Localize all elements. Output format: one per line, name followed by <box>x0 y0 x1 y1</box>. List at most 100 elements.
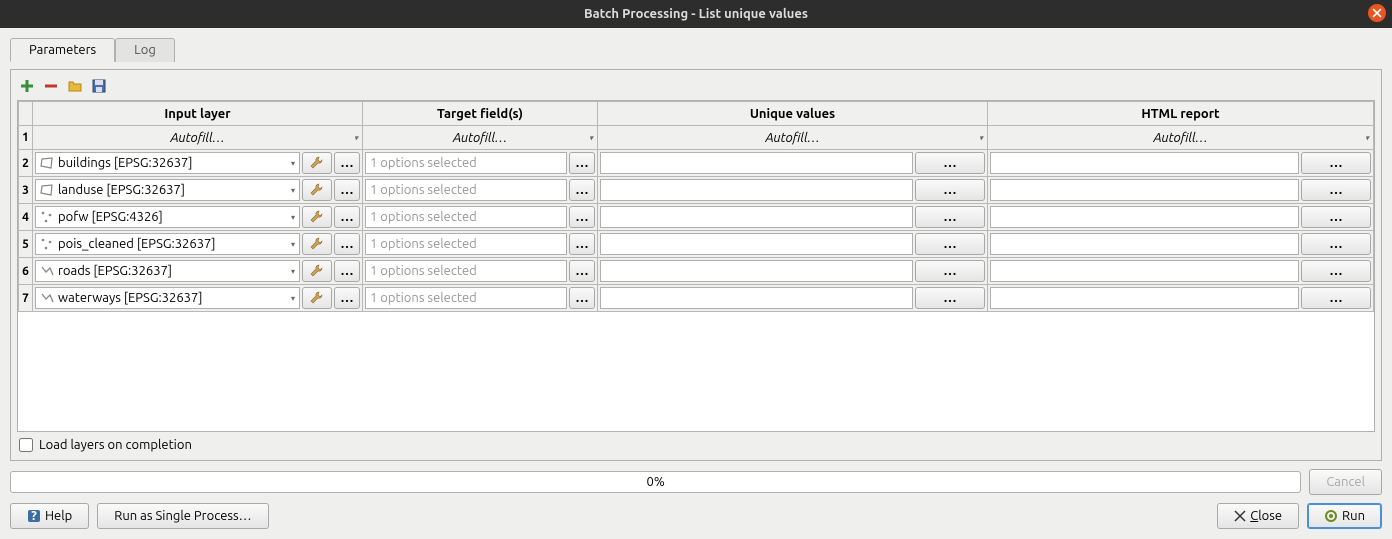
save-icon[interactable] <box>91 78 107 94</box>
layer-name-label: landuse [EPSG:32637] <box>58 183 185 197</box>
html-report-browse-button[interactable]: … <box>1301 152 1371 174</box>
header-target-fields: Target field(s) <box>363 102 598 126</box>
unique-values-browse-button[interactable]: … <box>915 179 985 201</box>
select-fields-button[interactable]: … <box>569 206 595 228</box>
iterate-wrench-button[interactable] <box>302 152 332 174</box>
autofill-input-layer[interactable]: Autofill… <box>33 126 363 150</box>
html-report-output-input[interactable] <box>990 206 1299 228</box>
header-html-report: HTML report <box>988 102 1374 126</box>
progress-bar: 0% <box>10 471 1301 493</box>
select-fields-button[interactable]: … <box>569 287 595 309</box>
autofill-html-report[interactable]: Autofill… <box>988 126 1374 150</box>
load-layers-checkbox[interactable] <box>19 438 33 452</box>
open-icon[interactable] <box>67 78 83 94</box>
table-row: 5pois_cleaned [EPSG:32637]…1 options sel… <box>19 231 1374 258</box>
load-layers-row: Load layers on completion <box>17 436 1375 454</box>
window-title: Batch Processing - List unique values <box>584 7 808 21</box>
select-fields-button[interactable]: … <box>569 179 595 201</box>
header-input-layer: Input layer <box>33 102 363 126</box>
row-number: 7 <box>19 285 33 312</box>
unique-values-browse-button[interactable]: … <box>915 152 985 174</box>
unique-values-browse-button[interactable]: … <box>915 233 985 255</box>
target-fields-display[interactable]: 1 options selected <box>365 287 567 309</box>
html-report-browse-button[interactable]: … <box>1301 179 1371 201</box>
select-layer-button[interactable]: … <box>334 206 360 228</box>
tab-log[interactable]: Log <box>115 38 175 62</box>
iterate-wrench-button[interactable] <box>302 179 332 201</box>
iterate-wrench-button[interactable] <box>302 260 332 282</box>
header-corner <box>19 102 33 126</box>
input-layer-combo[interactable]: landuse [EPSG:32637] <box>35 179 300 201</box>
dialog-body: Parameters Log <box>0 28 1392 539</box>
select-fields-button[interactable]: … <box>569 260 595 282</box>
close-icon[interactable] <box>1368 4 1386 22</box>
layer-name-label: pofw [EPSG:4326] <box>58 210 163 224</box>
target-fields-display[interactable]: 1 options selected <box>365 152 567 174</box>
table-row: 2buildings [EPSG:32637]…1 options select… <box>19 150 1374 177</box>
table-row: 4pofw [EPSG:4326]…1 options selected……… <box>19 204 1374 231</box>
html-report-browse-button[interactable]: … <box>1301 287 1371 309</box>
input-layer-combo[interactable]: pois_cleaned [EPSG:32637] <box>35 233 300 255</box>
input-layer-combo[interactable]: pofw [EPSG:4326] <box>35 206 300 228</box>
add-row-icon[interactable] <box>19 78 35 94</box>
help-icon: ? <box>27 509 41 523</box>
target-fields-display[interactable]: 1 options selected <box>365 179 567 201</box>
html-report-output-input[interactable] <box>990 260 1299 282</box>
iterate-wrench-button[interactable] <box>302 206 332 228</box>
input-layer-combo[interactable]: waterways [EPSG:32637] <box>35 287 300 309</box>
iterate-wrench-button[interactable] <box>302 233 332 255</box>
html-report-output-input[interactable] <box>990 179 1299 201</box>
html-report-browse-button[interactable]: … <box>1301 233 1371 255</box>
help-button[interactable]: ? Help <box>10 503 89 529</box>
geometry-line-icon <box>40 264 54 278</box>
target-fields-display[interactable]: 1 options selected <box>365 260 567 282</box>
table-row: 7waterways [EPSG:32637]…1 options select… <box>19 285 1374 312</box>
geometry-point-icon <box>40 237 54 251</box>
target-fields-display[interactable]: 1 options selected <box>365 206 567 228</box>
layer-name-label: waterways [EPSG:32637] <box>58 291 202 305</box>
input-layer-combo[interactable]: roads [EPSG:32637] <box>35 260 300 282</box>
row-number: 6 <box>19 258 33 285</box>
select-layer-button[interactable]: … <box>334 179 360 201</box>
unique-values-browse-button[interactable]: … <box>915 287 985 309</box>
select-layer-button[interactable]: … <box>334 152 360 174</box>
select-layer-button[interactable]: … <box>334 233 360 255</box>
select-layer-button[interactable]: … <box>334 287 360 309</box>
html-report-output-input[interactable] <box>990 287 1299 309</box>
geometry-point-icon <box>40 210 54 224</box>
unique-values-output-input[interactable] <box>600 260 913 282</box>
autofill-unique-values[interactable]: Autofill… <box>598 126 988 150</box>
unique-values-browse-button[interactable]: … <box>915 260 985 282</box>
select-fields-button[interactable]: … <box>569 152 595 174</box>
layer-name-label: roads [EPSG:32637] <box>58 264 172 278</box>
html-report-output-input[interactable] <box>990 152 1299 174</box>
input-layer-combo[interactable]: buildings [EPSG:32637] <box>35 152 300 174</box>
iterate-wrench-button[interactable] <box>302 287 332 309</box>
autofill-target-fields[interactable]: Autofill… <box>363 126 598 150</box>
select-fields-button[interactable]: … <box>569 233 595 255</box>
unique-values-output-input[interactable] <box>600 287 913 309</box>
unique-values-output-input[interactable] <box>600 152 913 174</box>
unique-values-output-input[interactable] <box>600 206 913 228</box>
bottom-button-row: ? Help Run as Single Process… Close Run <box>10 503 1382 529</box>
close-x-icon <box>1234 510 1246 522</box>
target-fields-display[interactable]: 1 options selected <box>365 233 567 255</box>
tab-parameters[interactable]: Parameters <box>10 38 115 62</box>
unique-values-output-input[interactable] <box>600 233 913 255</box>
html-report-browse-button[interactable]: … <box>1301 260 1371 282</box>
cancel-button: Cancel <box>1309 469 1382 495</box>
row-number: 5 <box>19 231 33 258</box>
close-button[interactable]: Close <box>1217 503 1299 529</box>
spacer <box>277 503 1210 529</box>
html-report-output-input[interactable] <box>990 233 1299 255</box>
layer-name-label: pois_cleaned [EPSG:32637] <box>58 237 216 251</box>
row-number: 2 <box>19 150 33 177</box>
unique-values-browse-button[interactable]: … <box>915 206 985 228</box>
remove-row-icon[interactable] <box>43 78 59 94</box>
unique-values-output-input[interactable] <box>600 179 913 201</box>
select-layer-button[interactable]: … <box>334 260 360 282</box>
header-unique-values: Unique values <box>598 102 988 126</box>
run-single-button[interactable]: Run as Single Process… <box>97 503 268 529</box>
html-report-browse-button[interactable]: … <box>1301 206 1371 228</box>
run-button[interactable]: Run <box>1307 503 1382 529</box>
